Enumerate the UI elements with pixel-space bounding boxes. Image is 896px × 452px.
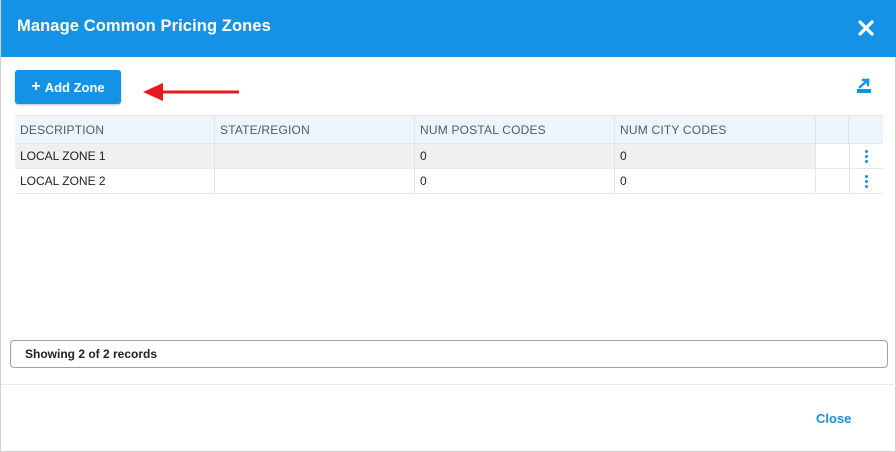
red-arrow-annotation-icon	[143, 83, 239, 101]
kebab-menu-icon[interactable]	[865, 149, 868, 163]
plus-icon: +	[31, 78, 41, 95]
records-status-bar: Showing 2 of 2 records	[10, 340, 888, 368]
zones-table: DESCRIPTION STATE/REGION NUM POSTAL CODE…	[15, 115, 883, 194]
footer-divider	[1, 384, 896, 385]
manage-pricing-zones-dialog: Manage Common Pricing Zones + Add Zone D…	[0, 0, 896, 452]
add-zone-label: Add Zone	[44, 79, 105, 95]
cell-state-region	[215, 144, 415, 168]
table-row[interactable]: LOCAL ZONE 1 0 0	[15, 144, 883, 169]
cell-num-city-codes: 0	[615, 144, 816, 168]
cell-num-postal-codes: 0	[415, 169, 615, 193]
cell-spacer	[816, 169, 849, 193]
column-header-description[interactable]: DESCRIPTION	[15, 116, 215, 143]
dialog-title: Manage Common Pricing Zones	[17, 17, 271, 35]
column-header-actions	[849, 116, 883, 143]
cell-description: LOCAL ZONE 1	[15, 144, 215, 168]
cell-state-region	[215, 169, 415, 193]
column-header-state-region[interactable]: STATE/REGION	[215, 116, 415, 143]
table-header: DESCRIPTION STATE/REGION NUM POSTAL CODE…	[15, 115, 883, 144]
row-actions	[849, 169, 883, 193]
dialog-header: Manage Common Pricing Zones	[1, 0, 896, 57]
row-actions	[849, 144, 883, 168]
column-header-spacer	[816, 116, 849, 143]
records-count-text: Showing 2 of 2 records	[25, 347, 158, 361]
cell-spacer	[816, 144, 849, 168]
cell-num-postal-codes: 0	[415, 144, 615, 168]
cell-num-city-codes: 0	[615, 169, 816, 193]
cell-description: LOCAL ZONE 2	[15, 169, 215, 193]
table-row[interactable]: LOCAL ZONE 2 0 0	[15, 169, 883, 194]
close-icon[interactable]	[857, 19, 875, 37]
close-button[interactable]: Close	[816, 411, 851, 426]
column-header-num-postal-codes[interactable]: NUM POSTAL CODES	[415, 116, 615, 143]
kebab-menu-icon[interactable]	[865, 174, 868, 188]
add-zone-button[interactable]: + Add Zone	[15, 70, 121, 104]
column-header-num-city-codes[interactable]: NUM CITY CODES	[615, 116, 816, 143]
export-icon[interactable]	[855, 77, 873, 95]
